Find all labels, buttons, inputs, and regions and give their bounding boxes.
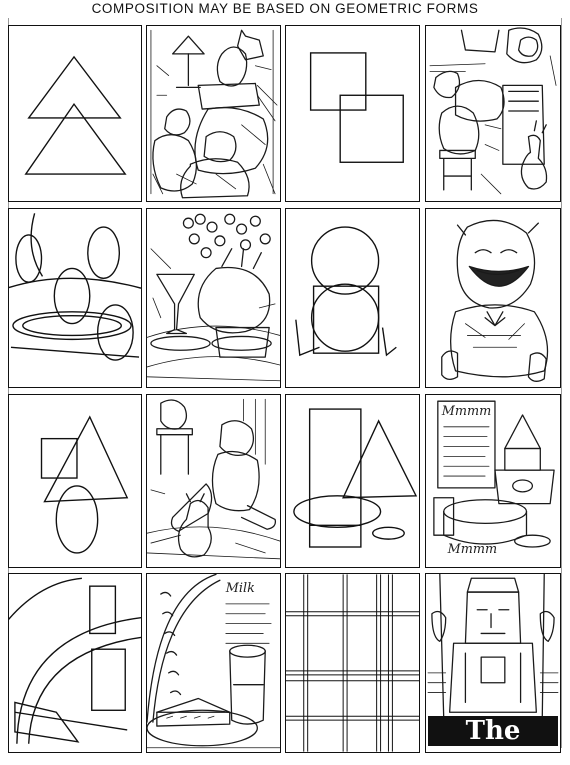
memo-label-top: Mmmm: [441, 404, 492, 419]
panel-circles: [8, 208, 142, 388]
panel-two-triangles: [8, 25, 142, 202]
panel-family-reading: [146, 25, 281, 202]
milk-label: Milk: [225, 581, 255, 596]
panel-kitchen-scene: [425, 25, 561, 202]
panel-arcs-rects: [8, 573, 142, 753]
panel-milk-pie: Milk: [146, 573, 281, 753]
arcs-rects-icon: [9, 577, 141, 744]
milk-pie-sketch: Milk: [147, 574, 280, 749]
panel-plaid-grid: [285, 573, 420, 753]
page-title: COMPOSITION MAY BE BASED ON GEOMETRIC FO…: [91, 1, 479, 16]
two-triangles-icon: [24, 55, 127, 175]
rect-triangle-ellipse-icon: [293, 408, 418, 548]
memo-label-bottom: Mmmm: [447, 542, 498, 557]
two-squares-icon: [309, 52, 404, 163]
kitchen-scene-sketch: [429, 27, 557, 195]
triangle-square-oval-icon: [40, 415, 129, 554]
circles-icon: [9, 213, 141, 361]
still-life-memo-sketch: Mmmm Mmmm: [433, 400, 555, 557]
laughing-man-sketch: [441, 219, 549, 382]
panel-two-squares: [285, 25, 420, 202]
stacked-circles-icon: [295, 226, 397, 357]
panel-stacked-circles: [285, 208, 420, 388]
panel-girl-with-cat: [146, 394, 281, 568]
panel-triangle-square-oval: [8, 394, 142, 568]
family-reading-sketch: [150, 29, 278, 199]
panel-rect-triangle-ellipse: [285, 394, 420, 568]
girl-with-cat-sketch: [147, 398, 280, 560]
still-life-flowers-sketch: [147, 213, 280, 382]
chief-title: The Chief: [428, 716, 558, 752]
panel-still-life-flowers: [146, 208, 281, 388]
plaid-grid-icon: [286, 574, 419, 752]
panel-the-chief: The Chief: [425, 573, 561, 753]
panel-still-life-memo: Mmmm Mmmm: [425, 394, 561, 568]
panel-laughing-man: [425, 208, 561, 388]
margin-rule: [561, 18, 562, 748]
